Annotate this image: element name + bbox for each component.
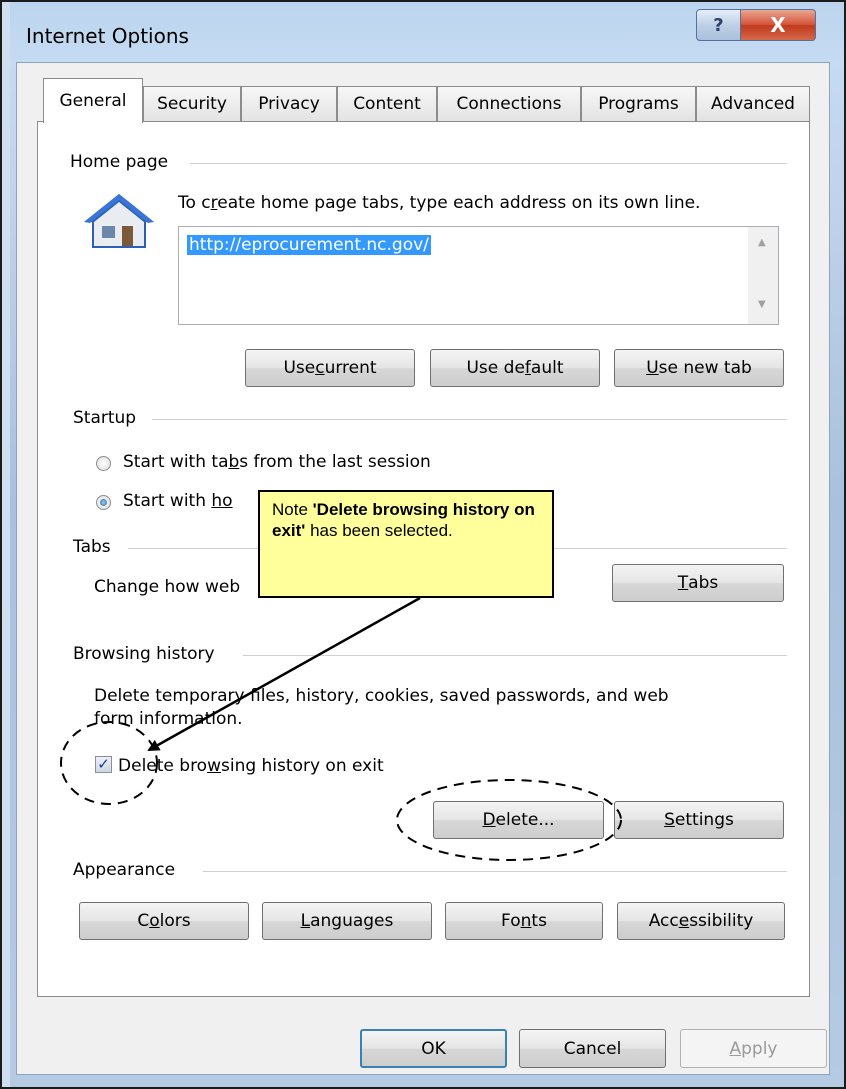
delete-button-highlight-circle (396, 779, 622, 861)
annotation-arrow (147, 596, 421, 752)
annotation-overlay (60, 596, 622, 861)
checkbox-highlight-circle (60, 721, 158, 805)
tab-general[interactable]: General (43, 78, 143, 123)
